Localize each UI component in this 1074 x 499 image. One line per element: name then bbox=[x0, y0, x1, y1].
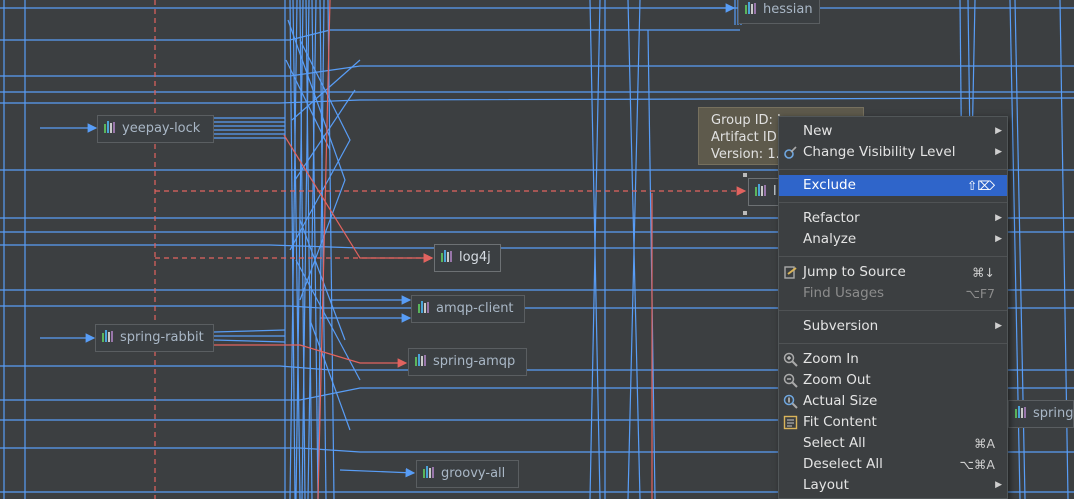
menu-item-shortcut: ⌥F7 bbox=[965, 286, 995, 301]
node-label: spring-amqp bbox=[433, 354, 516, 369]
node-spring-amqp[interactable]: spring-amqp bbox=[408, 348, 527, 376]
menu-item-label: Exclude bbox=[803, 177, 856, 193]
menu-item-shortcut: ⌥⌘A bbox=[959, 457, 995, 472]
menu-item-zoom-in[interactable]: Zoom In bbox=[779, 349, 1007, 370]
menu-item-find-usages[interactable]: Find Usages ⌥F7 bbox=[779, 283, 1007, 304]
artifact-icon bbox=[423, 466, 436, 478]
menu-item-fit-content[interactable]: Fit Content bbox=[779, 412, 1007, 433]
node-label: amqp-client bbox=[436, 301, 514, 316]
menu-item-label: Refactor bbox=[803, 210, 860, 226]
menu-item-change-visibility-level[interactable]: Change Visibility Level ▶ bbox=[779, 142, 1007, 163]
node-amqp-client[interactable]: amqp-client bbox=[411, 295, 525, 323]
node-hessian[interactable]: hessian bbox=[738, 0, 820, 24]
node-groovy-all[interactable]: groovy-all bbox=[416, 460, 519, 488]
selection-handle[interactable] bbox=[743, 211, 747, 215]
menu-item-label: Jump to Source bbox=[803, 264, 906, 280]
zoom-in-icon bbox=[783, 352, 798, 367]
menu-separator bbox=[779, 169, 1007, 170]
submenu-arrow-icon: ▶ bbox=[995, 480, 1002, 490]
actual-size-icon bbox=[783, 394, 798, 409]
menu-item-new[interactable]: New ▶ bbox=[779, 121, 1007, 142]
menu-item-shortcut: ⌘A bbox=[973, 436, 995, 451]
submenu-arrow-icon: ▶ bbox=[995, 213, 1002, 223]
menu-item-select-all[interactable]: Select All ⌘A bbox=[779, 433, 1007, 454]
menu-item-actual-size[interactable]: Actual Size bbox=[779, 391, 1007, 412]
menu-item-subversion[interactable]: Subversion ▶ bbox=[779, 316, 1007, 337]
menu-item-label: Zoom In bbox=[803, 351, 859, 367]
menu-separator bbox=[779, 202, 1007, 203]
node-spring-partial[interactable]: spring- bbox=[1008, 400, 1074, 428]
node-selected[interactable]: l bbox=[748, 178, 780, 206]
node-label: groovy-all bbox=[441, 466, 506, 481]
node-label: l bbox=[773, 184, 777, 199]
menu-item-exclude[interactable]: Exclude ⇧⌦ bbox=[779, 175, 1007, 196]
artifact-icon bbox=[745, 2, 758, 14]
menu-item-label: Fit Content bbox=[803, 414, 877, 430]
node-label: yeepay-lock bbox=[122, 121, 201, 136]
menu-item-shortcut: ⇧⌦ bbox=[966, 178, 995, 193]
menu-separator bbox=[779, 310, 1007, 311]
menu-item-shortcut: ⌘↓ bbox=[972, 265, 995, 280]
menu-item-label: Layout bbox=[803, 477, 849, 493]
artifact-icon bbox=[441, 250, 454, 262]
submenu-arrow-icon: ▶ bbox=[995, 147, 1002, 157]
node-label: spring-rabbit bbox=[120, 330, 204, 345]
menu-item-label: Select All bbox=[803, 435, 866, 451]
jump-to-source-icon bbox=[784, 266, 797, 279]
artifact-icon bbox=[418, 301, 431, 313]
selection-handle[interactable] bbox=[743, 173, 747, 177]
menu-item-label: Find Usages bbox=[803, 285, 885, 301]
menu-item-label: Actual Size bbox=[803, 393, 878, 409]
submenu-arrow-icon: ▶ bbox=[995, 126, 1002, 136]
menu-item-layout[interactable]: Layout ▶ bbox=[779, 475, 1007, 496]
node-label: spring- bbox=[1033, 406, 1074, 421]
submenu-arrow-icon: ▶ bbox=[995, 321, 1002, 331]
menu-item-label: Subversion bbox=[803, 318, 879, 334]
artifact-icon bbox=[1015, 406, 1028, 418]
menu-item-deselect-all[interactable]: Deselect All ⌥⌘A bbox=[779, 454, 1007, 475]
submenu-arrow-icon: ▶ bbox=[995, 234, 1002, 244]
node-yeepay-lock[interactable]: yeepay-lock bbox=[97, 115, 214, 143]
artifact-icon bbox=[415, 354, 428, 366]
fit-content-icon bbox=[783, 415, 798, 430]
artifact-icon bbox=[102, 330, 115, 342]
node-label: log4j bbox=[459, 250, 491, 265]
node-spring-rabbit[interactable]: spring-rabbit bbox=[95, 324, 214, 352]
menu-separator bbox=[779, 256, 1007, 257]
menu-item-refactor[interactable]: Refactor ▶ bbox=[779, 208, 1007, 229]
context-menu: New ▶ Change Visibility Level ▶ Exclude … bbox=[778, 116, 1008, 499]
menu-item-label: New bbox=[803, 123, 833, 139]
menu-separator bbox=[779, 343, 1007, 344]
menu-item-analyze[interactable]: Analyze ▶ bbox=[779, 229, 1007, 250]
node-log4j[interactable]: log4j bbox=[434, 244, 501, 272]
visibility-icon bbox=[784, 146, 797, 159]
menu-item-label: Deselect All bbox=[803, 456, 883, 472]
menu-item-label: Analyze bbox=[803, 231, 857, 247]
menu-item-label: Change Visibility Level bbox=[803, 144, 956, 160]
menu-item-zoom-out[interactable]: Zoom Out bbox=[779, 370, 1007, 391]
artifact-icon bbox=[104, 121, 117, 133]
zoom-out-icon bbox=[783, 373, 798, 388]
menu-item-label: Zoom Out bbox=[803, 372, 871, 388]
menu-item-jump-to-source[interactable]: Jump to Source ⌘↓ bbox=[779, 262, 1007, 283]
node-label: hessian bbox=[763, 2, 813, 17]
artifact-icon bbox=[755, 184, 768, 196]
